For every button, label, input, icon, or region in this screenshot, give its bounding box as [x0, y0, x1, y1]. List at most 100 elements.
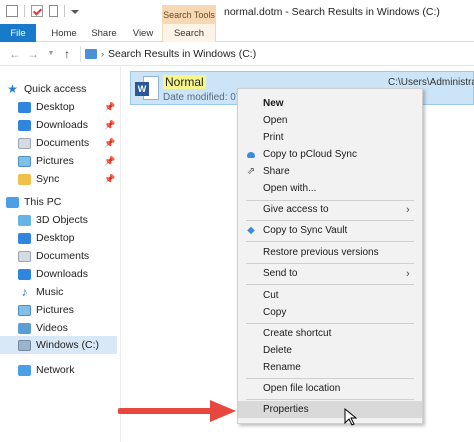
menu-item-label: Create shortcut	[263, 328, 332, 339]
back-arrow-icon[interactable]: ←	[8, 46, 22, 62]
search-folder-icon	[85, 49, 97, 59]
new-folder-icon[interactable]	[49, 5, 58, 17]
tab-home[interactable]: Home	[44, 24, 84, 42]
sidebar-item-quick-access[interactable]: ★ Quick access	[6, 80, 126, 98]
menu-item-label: Delete	[263, 345, 292, 356]
menu-separator	[246, 220, 414, 221]
star-icon: ★	[7, 81, 18, 96]
sidebar-item-label: Quick access	[24, 83, 87, 95]
tab-search[interactable]: Search	[162, 24, 216, 42]
menu-item-label: Restore previous versions	[263, 247, 379, 258]
menu-item-label: Open	[263, 115, 288, 126]
sidebar-item-label: Videos	[36, 322, 68, 334]
result-path: C:\Users\Administrato	[388, 77, 474, 88]
menu-item-share[interactable]: ⇗ Share	[238, 163, 422, 180]
sidebar-item-label: Windows (C:)	[36, 339, 100, 351]
sidebar-item-label: Pictures	[36, 304, 74, 316]
properties-icon[interactable]	[31, 5, 43, 17]
menu-item-label: Copy	[263, 307, 287, 318]
word-document-icon: W	[135, 76, 159, 102]
network-icon	[18, 364, 31, 376]
pin-icon: 📌	[104, 155, 116, 166]
menu-item-delete[interactable]: Delete	[238, 342, 422, 359]
menu-item-label: Copy to pCloud Sync	[263, 149, 357, 160]
word-badge: W	[135, 82, 149, 96]
result-date-modified: Date modified: 07/	[163, 92, 245, 103]
sync-folder-icon	[18, 173, 31, 185]
customize-toolbar-icon[interactable]	[71, 10, 79, 14]
chevron-right-icon: ›	[406, 203, 410, 216]
sidebar-item-label: Pictures	[36, 155, 74, 167]
sidebar-item-label: Documents	[36, 250, 90, 262]
menu-item-print[interactable]: Print	[238, 129, 422, 146]
menu-item-label: Cut	[263, 290, 279, 301]
menu-item-restore-previous-versions[interactable]: Restore previous versions	[238, 244, 422, 261]
ribbon-tabs: File Home Share View Search	[0, 24, 474, 42]
address-field[interactable]: › Search Results in Windows (C:)	[80, 46, 474, 62]
forward-arrow-icon[interactable]: →	[26, 46, 40, 62]
sidebar-item-label: Downloads	[36, 119, 88, 131]
menu-item-copy[interactable]: Copy	[238, 304, 422, 321]
menu-item-give-access-to[interactable]: Give access to ›	[238, 201, 422, 218]
menu-separator	[246, 284, 414, 285]
pin-icon: 📌	[104, 137, 116, 148]
sidebar-item-windows-c[interactable]: Windows (C:)	[0, 336, 117, 354]
sidebar-item-label: Desktop	[36, 101, 75, 113]
sidebar-item-label: Sync	[36, 173, 60, 185]
menu-item-send-to[interactable]: Send to ›	[238, 265, 422, 282]
menu-item-label: Print	[263, 132, 284, 143]
menu-item-rename[interactable]: Rename	[238, 359, 422, 376]
menu-item-new[interactable]: New	[238, 95, 422, 112]
sidebar-item-label: Music	[36, 286, 64, 298]
menu-item-create-shortcut[interactable]: Create shortcut	[238, 325, 422, 342]
sidebar-item-label: Network	[36, 364, 75, 376]
menu-item-label: Share	[263, 166, 290, 177]
menu-item-cut[interactable]: Cut	[238, 287, 422, 304]
window-title: normal.dotm - Search Results in Windows …	[224, 6, 440, 18]
tab-file[interactable]: File	[0, 24, 36, 42]
pictures-icon	[18, 304, 31, 316]
sidebar-item-this-pc[interactable]: This PC	[6, 193, 126, 211]
documents-icon	[18, 250, 31, 262]
desktop-icon	[18, 101, 31, 113]
result-file-name: Normal	[163, 75, 206, 89]
chevron-right-icon[interactable]: ›	[101, 49, 104, 59]
navigation-pane: ★ Quick access Desktop 📌 Downloads 📌 Doc…	[0, 66, 122, 442]
menu-separator	[246, 263, 414, 264]
menu-item-label: Open with...	[263, 183, 317, 194]
address-path: Search Results in Windows (C:)	[108, 48, 257, 60]
menu-separator	[246, 323, 414, 324]
sidebar-item-label: 3D Objects	[36, 214, 88, 226]
pin-icon: 📌	[104, 101, 116, 112]
menu-item-label: New	[263, 98, 284, 109]
pin-icon: 📌	[104, 119, 116, 130]
menu-item-open-file-location[interactable]: Open file location	[238, 380, 422, 397]
menu-item-label: Send to	[263, 268, 298, 279]
tab-share[interactable]: Share	[84, 24, 124, 42]
recent-locations-icon[interactable]: ▼	[44, 46, 58, 62]
menu-item-copy-to-sync-vault[interactable]: ◆ Copy to Sync Vault	[238, 222, 422, 239]
music-icon: ♪	[21, 284, 28, 299]
menu-item-copy-to-pcloud[interactable]: Copy to pCloud Sync	[238, 146, 422, 163]
sidebar-item-label: Documents	[36, 137, 90, 149]
save-icon[interactable]	[6, 5, 18, 17]
menu-item-open[interactable]: Open	[238, 112, 422, 129]
pictures-icon	[18, 155, 31, 167]
menu-item-open-with[interactable]: Open with...	[238, 180, 422, 197]
sidebar-item-label: This PC	[24, 196, 62, 208]
menu-item-label: Properties	[263, 404, 309, 415]
toolbar-divider	[24, 5, 25, 17]
downloads-icon	[18, 268, 31, 280]
sidebar-item-label: Desktop	[36, 232, 75, 244]
documents-icon	[18, 137, 31, 149]
menu-separator	[246, 399, 414, 400]
tab-view[interactable]: View	[124, 24, 162, 42]
share-icon: ⇗	[246, 165, 256, 177]
desktop-icon	[18, 232, 31, 244]
downloads-icon	[18, 119, 31, 131]
address-bar: ← → ▼ ↑ › Search Results in Windows (C:)	[0, 42, 474, 66]
chevron-right-icon: ›	[406, 267, 410, 280]
pane-divider	[120, 66, 121, 442]
menu-item-properties[interactable]: Properties	[238, 401, 422, 418]
up-arrow-icon[interactable]: ↑	[60, 46, 74, 62]
